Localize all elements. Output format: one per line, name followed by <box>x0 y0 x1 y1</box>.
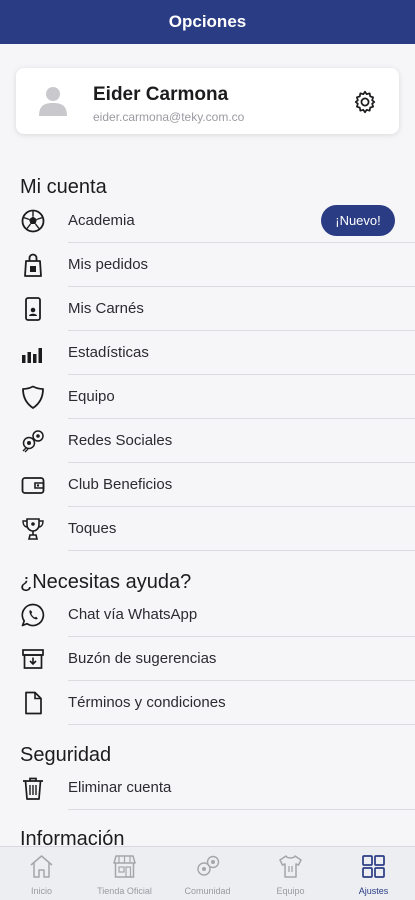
menu-item-buzon-sugerencias[interactable]: Buzón de sugerencias <box>0 637 415 681</box>
profile-email: eider.carmona@teky.com.co <box>93 110 245 124</box>
menu-label: Toques <box>68 520 117 537</box>
tab-label: Ajustes <box>358 886 389 896</box>
menu-item-redes-sociales[interactable]: Redes Sociales <box>0 419 415 463</box>
trophy-icon <box>22 518 44 540</box>
bar-chart-icon <box>22 348 42 363</box>
menu-item-equipo[interactable]: Equipo <box>0 375 415 419</box>
profile-name: Eider Carmona <box>93 84 229 105</box>
menu-item-terminos[interactable]: Términos y condiciones <box>0 681 415 725</box>
tab-equipo[interactable]: Equipo <box>249 847 332 900</box>
tab-label: Comunidad <box>184 886 231 896</box>
menu-label: Estadísticas <box>68 344 149 361</box>
menu-label: Eliminar cuenta <box>68 779 172 796</box>
divider <box>68 724 415 725</box>
grid-icon <box>362 855 385 878</box>
menu-label: Academia <box>68 212 135 229</box>
soccer-ball-icon <box>21 209 45 233</box>
divider <box>68 809 415 810</box>
divider <box>68 550 415 551</box>
tab-comunidad[interactable]: Comunidad <box>166 847 249 900</box>
menu-item-chat-whatsapp[interactable]: Chat vía WhatsApp <box>0 593 415 637</box>
menu-label: Club Beneficios <box>68 476 173 493</box>
whatsapp-icon <box>21 603 45 627</box>
menu-item-toques[interactable]: Toques <box>0 507 415 551</box>
menu-item-estadisticas[interactable]: Estadísticas <box>0 331 415 375</box>
tab-label: Inicio <box>30 886 52 896</box>
section-title-mi-cuenta: Mi cuenta <box>20 176 107 198</box>
community-icon <box>197 855 220 876</box>
tab-tienda-oficial[interactable]: Tienda Oficial <box>83 847 166 900</box>
home-icon <box>30 855 53 878</box>
shopping-bag-icon <box>24 253 42 277</box>
tab-inicio[interactable]: Inicio <box>0 847 83 900</box>
tab-label: Tienda Oficial <box>97 886 152 896</box>
menu-label: Mis pedidos <box>68 256 149 273</box>
tab-label: Equipo <box>276 886 305 896</box>
profile-card[interactable]: Eider Carmona eider.carmona@teky.com.co <box>16 68 399 134</box>
new-badge[interactable]: ¡Nuevo! <box>321 205 395 236</box>
shield-icon <box>22 385 44 409</box>
page-title: Opciones <box>168 12 247 31</box>
menu-item-academia[interactable]: Academia ¡Nuevo! <box>0 199 415 243</box>
document-icon <box>25 691 42 715</box>
menu-label: Buzón de sugerencias <box>68 650 217 667</box>
menu-label: Mis Carnés <box>68 300 144 317</box>
inbox-icon <box>22 649 44 669</box>
menu-label: Redes Sociales <box>68 432 173 449</box>
top-app-bar: Opciones <box>0 0 415 44</box>
id-card-icon <box>25 297 41 321</box>
gear-icon[interactable] <box>352 89 378 115</box>
store-icon <box>113 855 136 878</box>
trash-icon <box>23 777 43 800</box>
menu-label: Chat vía WhatsApp <box>68 606 198 623</box>
menu-label: Términos y condiciones <box>68 694 226 711</box>
user-icon <box>39 87 67 116</box>
wallet-icon <box>21 477 45 494</box>
menu-label: Equipo <box>68 388 115 405</box>
menu-item-eliminar-cuenta[interactable]: Eliminar cuenta <box>0 766 415 810</box>
jersey-icon <box>279 855 302 878</box>
section-title-seguridad: Seguridad <box>20 744 112 766</box>
bottom-navigation: Inicio Tienda Oficial Comunidad Equipo A… <box>0 846 415 900</box>
menu-item-mis-carnes[interactable]: Mis Carnés <box>0 287 415 331</box>
section-title-ayuda: ¿Necesitas ayuda? <box>20 571 192 593</box>
tab-ajustes[interactable]: Ajustes <box>332 847 415 900</box>
social-network-icon <box>22 430 44 453</box>
menu-item-mis-pedidos[interactable]: Mis pedidos <box>0 243 415 287</box>
menu-item-club-beneficios[interactable]: Club Beneficios <box>0 463 415 507</box>
